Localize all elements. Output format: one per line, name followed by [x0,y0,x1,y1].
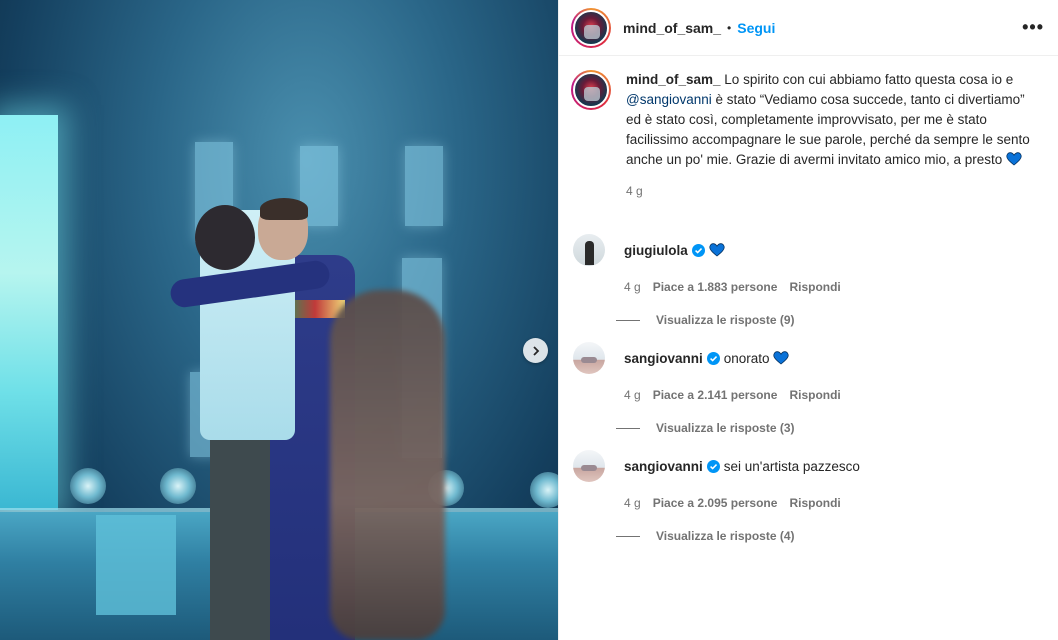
comment-likes[interactable]: Piace a 1.883 persone [653,280,778,294]
comment: giugiulola 4 g Piace a 1.883 persone Ris… [573,234,1043,327]
verified-badge-icon [706,459,720,473]
comment-text: sei un'artista pazzesco [723,458,860,474]
view-replies-label: Visualizza le risposte (3) [656,421,795,435]
caption: mind_of_sam_ Lo spirito con cui abbiamo … [559,56,1058,170]
verified-badge-icon [691,243,705,257]
avatar[interactable] [571,7,611,48]
post-username[interactable]: mind_of_sam_ [623,20,721,36]
stage-podium [96,515,176,615]
view-replies-button[interactable]: Visualizza le risposte (9) [616,313,1043,327]
led-screen [0,115,58,510]
reply-button[interactable]: Rispondi [789,280,840,294]
comment-username[interactable]: sangiovanni [624,351,703,366]
caption-avatar[interactable] [571,70,611,110]
separator-dot: • [727,20,732,35]
comment-likes[interactable]: Piace a 2.095 persone [653,496,778,510]
verified-badge-icon [706,351,720,365]
comment-avatar[interactable] [573,450,605,482]
comment-username[interactable]: giugiulola [624,243,688,258]
next-photo-button[interactable] [523,338,548,363]
comment-avatar[interactable] [573,342,605,374]
blue-heart-icon [1006,152,1022,166]
view-replies-label: Visualizza le risposte (4) [656,529,795,543]
blue-heart-icon [773,351,789,365]
caption-mention[interactable]: @sangiovanni [626,92,712,107]
comment: sangiovanni onorato 4 g Piace a 2.141 pe… [573,342,1043,435]
follow-button[interactable]: Segui [737,20,775,36]
comment-likes[interactable]: Piace a 2.141 persone [653,388,778,402]
caption-username[interactable]: mind_of_sam_ [626,72,721,87]
replies-divider [616,319,640,321]
stage-speaker [70,468,106,504]
comment-username[interactable]: sangiovanni [624,459,703,474]
view-replies-button[interactable]: Visualizza le risposte (4) [616,529,1043,543]
blurred-hand [330,290,445,640]
person-hair [260,198,308,220]
post-header: mind_of_sam_ • Segui ••• [559,0,1058,56]
comment: sangiovanni sei un'artista pazzesco 4 g … [573,450,1043,543]
comment-text: onorato [723,350,770,366]
comment-avatar[interactable] [573,234,605,266]
reply-button[interactable]: Rispondi [789,388,840,402]
replies-divider [616,535,640,537]
reply-button[interactable]: Rispondi [789,496,840,510]
view-replies-button[interactable]: Visualizza le risposte (3) [616,421,1043,435]
post-photo [0,0,558,640]
comment-time: 4 g [624,280,641,294]
comment-time: 4 g [624,388,641,402]
post-side-panel: mind_of_sam_ • Segui ••• mind_of_sam_ Lo… [558,0,1058,640]
replies-divider [616,427,640,429]
chevron-right-icon [532,345,539,356]
stage-speaker [160,468,196,504]
person-head-dark-hair [195,205,255,270]
caption-time: 4 g [626,184,643,198]
blue-heart-icon [709,243,725,257]
caption-text: mind_of_sam_ Lo spirito con cui abbiamo … [626,70,1041,170]
stage-light-panel [405,146,443,226]
comment-time: 4 g [624,496,641,510]
stage-speaker [530,472,558,508]
more-options-icon[interactable]: ••• [1022,17,1044,38]
person-pants [210,415,275,640]
caption-text-part1: Lo spirito con cui abbiamo fatto questa … [720,72,1014,87]
view-replies-label: Visualizza le risposte (9) [656,313,795,327]
